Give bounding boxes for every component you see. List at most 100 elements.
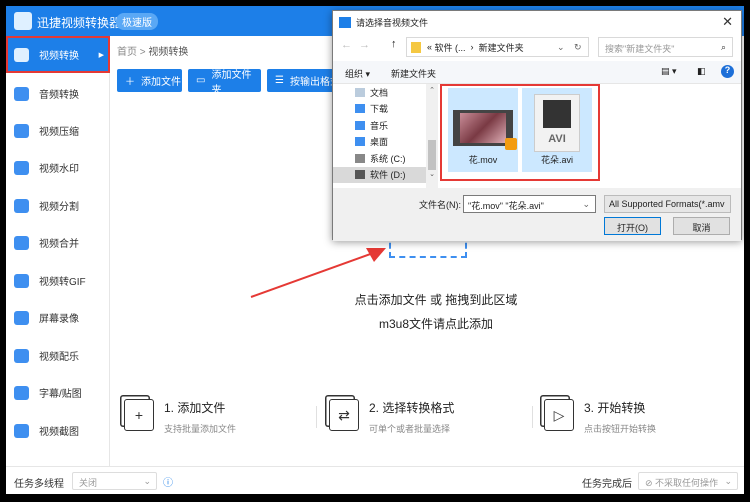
merge-icon <box>14 235 29 250</box>
address-segment[interactable]: 新建文件夹 <box>479 41 524 54</box>
multitask-select[interactable]: 关闭 ⌄ <box>72 472 157 490</box>
nav-label: 软件 (D:) <box>370 170 406 181</box>
music-icon <box>355 120 365 130</box>
navigation-pane: 文档 下载 音乐 桌面 系统 (C:) 软件 (D:) <box>333 84 438 188</box>
nav-documents[interactable]: 文档 <box>333 84 438 101</box>
step-select-format: ⇄ 2. 选择转换格式 可单个或者批量选择 <box>329 399 454 435</box>
step-title: 1. 添加文件 <box>164 401 226 415</box>
gif-icon <box>14 273 29 288</box>
search-placeholder: 搜索"新建文件夹" <box>605 44 675 54</box>
sidebar-item-screenshot[interactable]: 视频截图 <box>6 412 110 449</box>
nav-desktop[interactable]: 桌面 <box>333 134 438 151</box>
organize-button[interactable]: 组织 ▾ <box>345 67 370 80</box>
add-file-step-icon: + <box>124 399 154 431</box>
nav-drive-d[interactable]: 软件 (D:) <box>333 166 438 183</box>
swap-step-icon: ⇄ <box>329 399 359 431</box>
sidebar-item-label: 视频转GIF <box>39 277 86 288</box>
chevron-down-icon: ⌄ <box>143 476 151 486</box>
dialog-bottom: 文件名(N): "花.mov" "花朵.avi" ⌄ All Supported … <box>333 188 741 241</box>
sidebar-item-label: 字幕/贴图 <box>39 389 82 400</box>
add-file-label: 添加文件 <box>141 77 181 88</box>
sidebar-item-label: 视频水印 <box>39 164 79 175</box>
sidebar-item-merge[interactable]: 视频合并 <box>6 224 110 261</box>
record-icon <box>14 310 29 325</box>
breadcrumb-home[interactable]: 首页 <box>117 47 137 58</box>
dialog-app-icon <box>339 16 351 28</box>
sidebar-item-subtitle[interactable]: 字幕/贴图 <box>6 374 110 411</box>
sidebar-item-gif[interactable]: 视频转GIF <box>6 262 110 299</box>
list-icon: ☰ <box>275 75 284 86</box>
sidebar-item-label: 屏幕录像 <box>39 314 79 325</box>
nav-label: 桌面 <box>370 137 389 148</box>
help-icon[interactable]: ? <box>721 65 734 78</box>
sidebar-item-split[interactable]: 视频分割 <box>6 187 110 224</box>
step-subtitle: 支持批量添加文件 <box>164 424 237 434</box>
add-folder-button[interactable]: ▭ 添加文件夹 <box>188 69 261 96</box>
chevron-down-icon[interactable]: ⌄ <box>582 199 590 210</box>
sidebar-item-compress[interactable]: 视频压缩 <box>6 112 110 149</box>
split-icon <box>14 198 29 213</box>
info-icon[interactable]: ⓘ <box>163 474 173 489</box>
drive-icon <box>355 170 365 180</box>
sidebar-item-label: 视频压缩 <box>39 127 79 138</box>
view-icon[interactable]: ▤ ▾ <box>661 66 677 77</box>
ban-icon: ⊘ <box>645 478 656 488</box>
filetype-select[interactable]: All Supported Formats(*.amv <box>604 195 731 213</box>
chevron-down-icon: ⌄ <box>724 476 732 486</box>
close-icon[interactable]: ✕ <box>722 14 733 30</box>
documents-icon <box>355 87 365 97</box>
dialog-title-bar: 请选择音视频文件 ✕ <box>333 11 741 33</box>
sidebar-item-audio-convert[interactable]: 音频转换 <box>6 75 110 112</box>
avi-badge: AVI <box>548 133 566 145</box>
address-bar[interactable]: « 软件 (... › 新建文件夹 ⌄ ↻ <box>406 37 589 57</box>
up-icon[interactable]: ↑ <box>391 38 397 50</box>
forward-icon[interactable]: → <box>359 39 370 51</box>
new-folder-button[interactable]: 新建文件夹 <box>391 67 436 80</box>
nav-downloads[interactable]: 下载 <box>333 101 438 118</box>
back-icon[interactable]: ← <box>341 39 352 51</box>
dialog-toolbar: 组织 ▾ 新建文件夹 ▤ ▾ ◧ ? <box>333 61 741 84</box>
after-task-select[interactable]: ⊘ 不采取任何操作 ⌄ <box>638 472 738 490</box>
download-icon <box>355 104 365 114</box>
app-title: 迅捷视频转换器 <box>37 16 122 30</box>
filename-input[interactable]: "花.mov" "花朵.avi" ⌄ <box>463 195 596 213</box>
drop-hint[interactable]: 点击添加文件 或 拖拽到此区域 <box>306 291 566 308</box>
watermark-icon <box>14 160 29 175</box>
add-file-button[interactable]: ＋ 添加文件 <box>117 69 182 92</box>
file-item-mov[interactable]: 花.mov <box>448 88 518 172</box>
search-input[interactable]: 搜索"新建文件夹" ⌕ <box>598 37 733 57</box>
music-icon <box>14 348 29 363</box>
preview-pane-icon[interactable]: ◧ <box>697 66 706 77</box>
step-subtitle: 点击按钮开始转换 <box>584 424 657 434</box>
address-segment[interactable]: 软件 (... <box>435 41 466 54</box>
nav-label: 下载 <box>370 104 389 115</box>
sidebar-item-video-convert[interactable]: 视频转换 ▶ <box>6 36 110 73</box>
sidebar-item-label: 视频转换 <box>39 51 79 62</box>
open-button[interactable]: 打开(O) <box>604 217 661 235</box>
clapper-play-step-icon: ▷ <box>544 399 574 431</box>
m3u8-hint[interactable]: m3u8文件请点此添加 <box>306 315 566 332</box>
screenshot-icon <box>14 423 29 438</box>
refresh-icon[interactable]: ↻ <box>574 42 582 53</box>
file-item-avi[interactable]: AVI 花朵.avi <box>522 88 592 172</box>
add-folder-label: 添加文件夹 <box>211 69 252 96</box>
sidebar-item-label: 视频分割 <box>39 202 79 213</box>
audio-convert-icon <box>14 86 29 101</box>
breadcrumb-separator: > <box>139 47 146 58</box>
dialog-nav-row: ← → ↑ « 软件 (... › 新建文件夹 ⌄ ↻ 搜索"新建文件夹" ⌕ <box>333 33 741 61</box>
step-title: 3. 开始转换 <box>584 401 646 415</box>
chevron-down-icon[interactable]: ⌄ <box>557 42 565 53</box>
video-thumbnail-icon <box>453 110 517 150</box>
folder-icon: ▭ <box>196 75 206 86</box>
sidebar-item-label: 视频配乐 <box>39 352 79 363</box>
nav-label: 系统 (C:) <box>370 153 406 164</box>
cancel-button[interactable]: 取消 <box>673 217 730 235</box>
nav-drive-c[interactable]: 系统 (C:) <box>333 150 438 167</box>
sidebar-item-watermark[interactable]: 视频水印 <box>6 149 110 186</box>
nav-scrollbar[interactable]: ⌃ ⌄ <box>426 84 438 188</box>
nav-music[interactable]: 音乐 <box>333 117 438 134</box>
sidebar-item-record[interactable]: 屏幕录像 <box>6 299 110 336</box>
sidebar-item-music[interactable]: 视频配乐 <box>6 337 110 374</box>
sidebar: 视频转换 ▶ 音频转换 视频压缩 视频水印 视频分割 视频合并 视频转GIF 屏幕… <box>6 36 110 466</box>
open-file-dialog: 请选择音视频文件 ✕ ← → ↑ « 软件 (... › 新建文件夹 ⌄ ↻ 搜索"新… <box>332 10 742 241</box>
